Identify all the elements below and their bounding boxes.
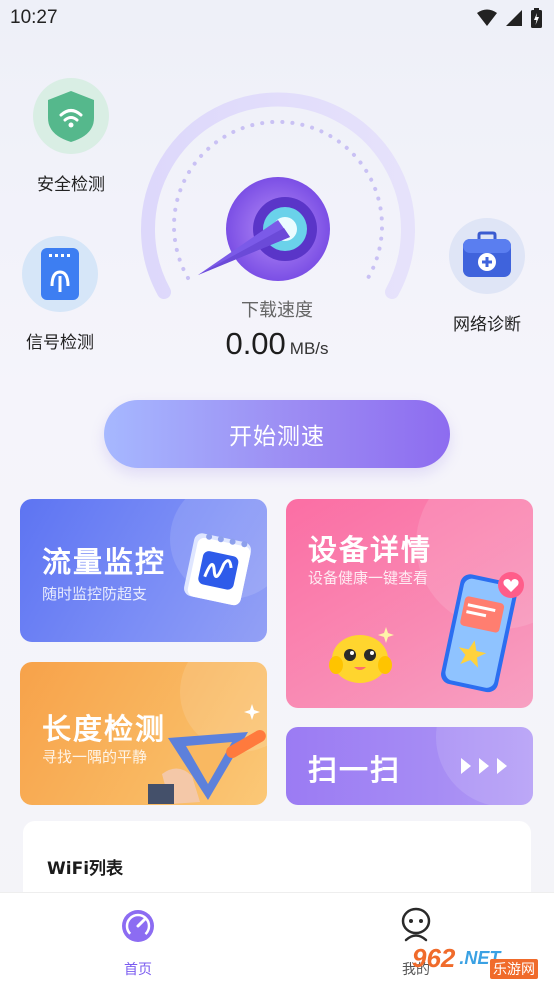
- traffic-monitor-card[interactable]: 流量监控 随时监控防超支: [20, 499, 267, 642]
- signal-check-label: 信号检测: [26, 333, 94, 353]
- speedometer-icon: [122, 910, 154, 942]
- wifi-signal-icon: [477, 9, 497, 26]
- traffic-monitor-subtitle: 随时监控防超支: [42, 585, 148, 603]
- length-measure-card[interactable]: 长度检测 寻找一隅的平静: [20, 662, 267, 805]
- signal-phone-icon: [22, 236, 98, 312]
- device-details-title: 设备详情: [308, 533, 433, 567]
- signal-check-button[interactable]: 信号检测: [10, 236, 110, 353]
- site-watermark: 962 .NET 乐游网: [412, 935, 552, 981]
- speed-gauge: [138, 92, 418, 312]
- shield-wifi-icon: [33, 78, 109, 154]
- speed-value: 0.00: [225, 326, 286, 361]
- device-details-subtitle: 设备健康一键查看: [308, 569, 429, 587]
- start-speed-test-button[interactable]: 开始测速: [104, 400, 450, 468]
- tab-home-label: 首页: [124, 962, 152, 978]
- medical-kit-icon: [449, 218, 525, 294]
- ruler-pencil-icon: [148, 704, 266, 804]
- security-check-label: 安全检测: [37, 175, 105, 195]
- status-time: 10:27: [10, 7, 58, 28]
- watermark-text: 乐游网: [490, 959, 538, 979]
- network-diagnosis-label: 网络诊断: [453, 315, 521, 335]
- length-measure-subtitle: 寻找一隅的平静: [42, 748, 148, 766]
- wifi-list-title: WiFi列表: [47, 859, 124, 879]
- phone-heart-icon: [441, 572, 524, 693]
- status-icons: [477, 8, 542, 28]
- device-details-card[interactable]: 设备详情 设备健康一键查看: [286, 499, 533, 708]
- watermark-number: 962: [412, 942, 456, 973]
- security-check-button[interactable]: 安全检测: [21, 78, 121, 195]
- battery-icon: [531, 8, 542, 28]
- cell-signal-icon: [506, 10, 522, 26]
- traffic-monitor-title: 流量监控: [42, 545, 167, 579]
- speed-unit: MB/s: [289, 339, 329, 358]
- status-bar: 10:27: [0, 0, 554, 40]
- notepad-chart-icon: [184, 533, 252, 606]
- triple-chevron-right-icon: [461, 758, 507, 774]
- network-diagnosis-button[interactable]: 网络诊断: [437, 218, 537, 335]
- tab-home[interactable]: 首页: [48, 893, 228, 984]
- scan-title: 扫一扫: [308, 753, 402, 787]
- scan-card[interactable]: 扫一扫: [286, 727, 533, 805]
- smiley-mascot-icon: [329, 627, 394, 683]
